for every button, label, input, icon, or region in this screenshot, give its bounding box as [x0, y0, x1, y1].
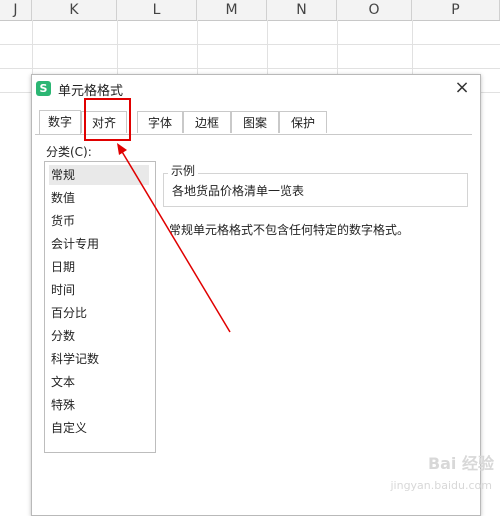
watermark-url: jingyan.baidu.com [390, 479, 492, 492]
arrow-head [117, 143, 127, 155]
arrow-line [120, 149, 231, 333]
watermark-brand: Bai 经验 [427, 454, 494, 473]
annotation-arrow [117, 143, 231, 333]
